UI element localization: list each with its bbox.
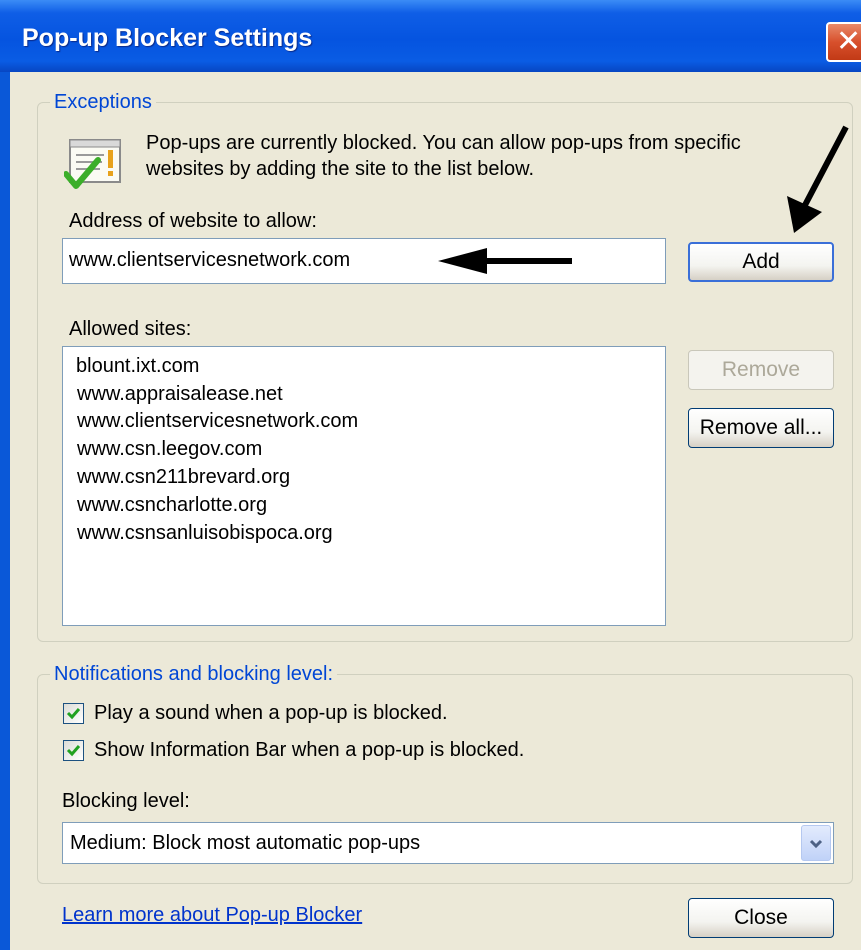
arrow-to-add-button-icon: [787, 125, 849, 233]
list-item[interactable]: www.csn.leegov.com: [77, 438, 262, 461]
notifications-legend: Notifications and blocking level:: [50, 663, 338, 686]
add-button[interactable]: Add: [688, 242, 834, 282]
address-input-value: www.clientservicesnetwork.com: [69, 249, 351, 271]
info-bar-checkbox[interactable]: [63, 740, 84, 761]
checkmark-icon: [66, 745, 81, 757]
popup-warning-icon: [63, 134, 130, 196]
blocking-level-label: Blocking level:: [62, 790, 190, 812]
chevron-down-icon: [809, 839, 823, 849]
info-text-line2: websites by adding the site to the list …: [146, 158, 535, 180]
arrow-to-address-input-icon: [438, 248, 572, 274]
info-text-line1: Pop-ups are currently blocked. You can a…: [146, 132, 741, 154]
checkmark-icon: [66, 708, 81, 720]
play-sound-checkbox[interactable]: [63, 703, 84, 724]
close-button[interactable]: Close: [688, 898, 834, 938]
dropdown-button[interactable]: [801, 825, 831, 861]
allowed-sites-label: Allowed sites:: [69, 318, 192, 340]
list-item[interactable]: blount.ixt.com: [76, 355, 199, 378]
window-title: Pop-up Blocker Settings: [22, 24, 313, 52]
close-icon: ✕: [836, 24, 861, 59]
allowed-sites-list[interactable]: blount.ixt.com www.appraisalease.net www…: [62, 346, 666, 626]
list-item[interactable]: www.csnsanluisobispoca.org: [77, 522, 333, 545]
list-item[interactable]: www.clientservicesnetwork.com: [77, 410, 358, 433]
blocking-level-value: Medium: Block most automatic pop-ups: [70, 832, 421, 854]
close-window-button[interactable]: ✕: [826, 22, 861, 62]
list-item[interactable]: www.csn211brevard.org: [77, 466, 290, 489]
dialog-body: Exceptions Pop-ups are currently blocked…: [10, 72, 861, 950]
list-item[interactable]: www.csncharlotte.org: [77, 494, 267, 517]
blocking-level-select[interactable]: Medium: Block most automatic pop-ups: [62, 822, 834, 864]
title-bar[interactable]: Pop-up Blocker Settings ✕: [0, 0, 861, 72]
learn-more-link[interactable]: Learn more about Pop-up Blocker: [62, 904, 362, 927]
dialog-window: Pop-up Blocker Settings ✕ Exceptions Pop…: [0, 0, 861, 950]
info-bar-label[interactable]: Show Information Bar when a pop-up is bl…: [94, 739, 524, 762]
remove-all-button[interactable]: Remove all...: [688, 408, 834, 448]
address-label: Address of website to allow:: [69, 210, 317, 232]
exceptions-legend: Exceptions: [50, 91, 156, 114]
remove-button[interactable]: Remove: [688, 350, 834, 390]
list-item[interactable]: www.appraisalease.net: [77, 383, 283, 406]
play-sound-label[interactable]: Play a sound when a pop-up is blocked.: [94, 702, 448, 725]
